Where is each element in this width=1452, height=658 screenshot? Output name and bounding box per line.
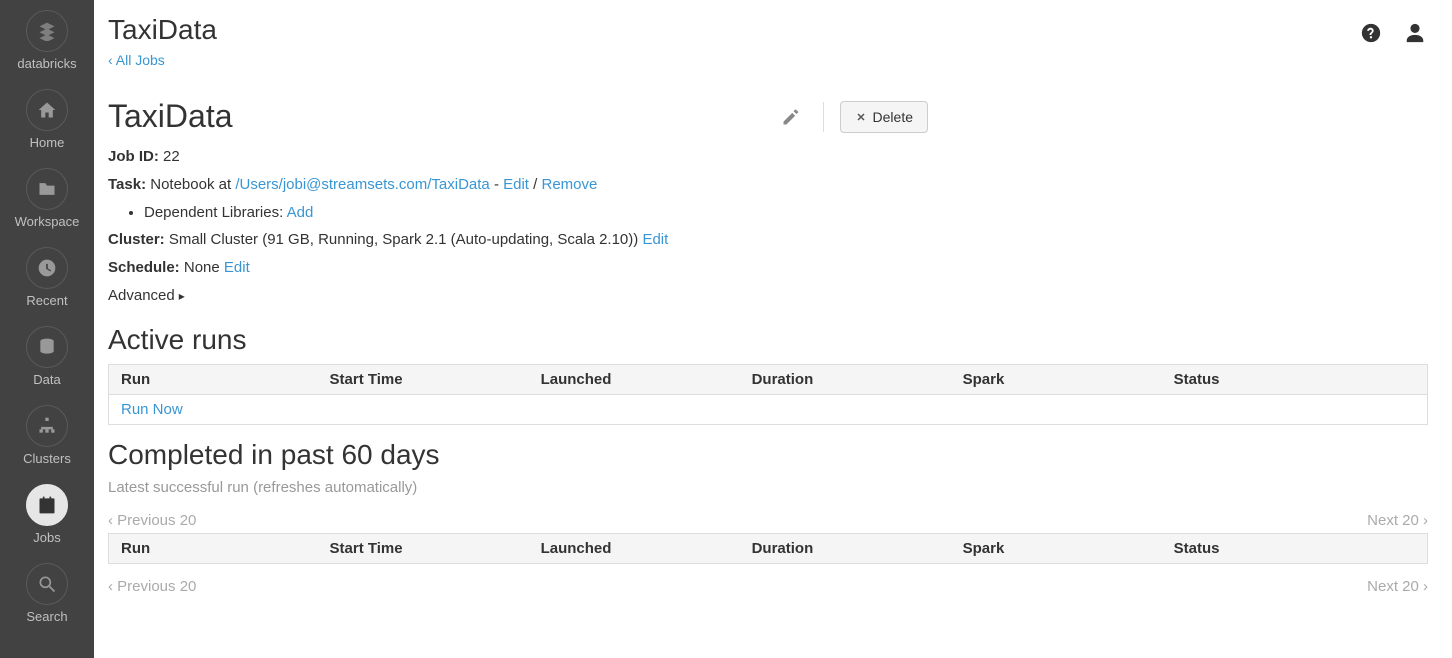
col-launched: Launched bbox=[531, 364, 742, 394]
job-id-label: Job ID: bbox=[108, 148, 159, 165]
col-start-time: Start Time bbox=[320, 533, 531, 563]
page-title-top: TaxiData bbox=[108, 14, 1428, 46]
next-page-bottom[interactable]: Next 20 › bbox=[1367, 578, 1428, 595]
col-run: Run bbox=[109, 364, 320, 394]
job-meta: Job ID: 22 Task: Notebook at /Users/jobi… bbox=[108, 143, 1428, 310]
top-right-icons bbox=[1360, 22, 1426, 44]
col-duration: Duration bbox=[742, 364, 953, 394]
sidebar-item-label: Home bbox=[30, 135, 65, 150]
pencil-icon bbox=[781, 107, 801, 127]
task-label: Task: bbox=[108, 176, 146, 193]
col-spark: Spark bbox=[953, 364, 1164, 394]
caret-right-icon: ▸ bbox=[179, 285, 185, 307]
sidebar-item-label: Recent bbox=[26, 293, 67, 308]
completed-note: Latest successful run (refreshes automat… bbox=[108, 479, 1428, 496]
job-id-value: 22 bbox=[163, 148, 180, 165]
sidebar-item-search[interactable]: Search bbox=[26, 563, 68, 624]
task-edit-link[interactable]: Edit bbox=[503, 176, 529, 193]
col-status: Status bbox=[1164, 364, 1428, 394]
cluster-label: Cluster: bbox=[108, 231, 165, 248]
help-icon[interactable] bbox=[1360, 22, 1382, 44]
sidebar-item-label: Clusters bbox=[23, 451, 71, 466]
home-icon bbox=[26, 89, 68, 131]
sidebar-item-label: Workspace bbox=[15, 214, 80, 229]
divider bbox=[823, 102, 824, 132]
schedule-value: None bbox=[184, 259, 220, 276]
cluster-edit-link[interactable]: Edit bbox=[642, 231, 668, 248]
col-status: Status bbox=[1164, 533, 1428, 563]
col-launched: Launched bbox=[531, 533, 742, 563]
active-runs-heading: Active runs bbox=[108, 324, 1428, 356]
table-row: Run Now bbox=[109, 394, 1428, 424]
advanced-toggle[interactable]: Advanced ▸ bbox=[108, 282, 185, 310]
sidebar-item-label: Jobs bbox=[33, 530, 60, 545]
sidebar-item-label: Data bbox=[33, 372, 60, 387]
sidebar-item-label: Search bbox=[26, 609, 67, 624]
sidebar-item-clusters[interactable]: Clusters bbox=[23, 405, 71, 466]
col-run: Run bbox=[109, 533, 320, 563]
sidebar: databricks Home Workspace Recent Data Cl… bbox=[0, 0, 94, 658]
schedule-edit-link[interactable]: Edit bbox=[224, 259, 250, 276]
sidebar-brand-label: databricks bbox=[17, 56, 76, 71]
task-remove-link[interactable]: Remove bbox=[542, 176, 598, 193]
edit-title-button[interactable] bbox=[775, 101, 807, 133]
database-icon bbox=[26, 326, 68, 368]
sidebar-item-jobs[interactable]: Jobs bbox=[26, 484, 68, 545]
advanced-label: Advanced bbox=[108, 282, 175, 310]
completed-runs-table: Run Start Time Launched Duration Spark S… bbox=[108, 533, 1428, 564]
cluster-value: Small Cluster (91 GB, Running, Spark 2.1… bbox=[169, 231, 638, 248]
next-page-top[interactable]: Next 20 › bbox=[1367, 512, 1428, 529]
prev-page-bottom[interactable]: ‹ Previous 20 bbox=[108, 578, 196, 595]
search-icon bbox=[26, 563, 68, 605]
folder-icon bbox=[26, 168, 68, 210]
col-duration: Duration bbox=[742, 533, 953, 563]
calendar-icon bbox=[26, 484, 68, 526]
task-path-link[interactable]: /Users/jobi@streamsets.com/TaxiData bbox=[235, 176, 489, 193]
active-runs-table: Run Start Time Launched Duration Spark S… bbox=[108, 364, 1428, 425]
main-content: TaxiData ‹ All Jobs TaxiData Delete Job … bbox=[94, 0, 1452, 658]
add-library-link[interactable]: Add bbox=[287, 204, 314, 221]
task-prefix: Notebook at bbox=[150, 176, 235, 193]
run-now-link[interactable]: Run Now bbox=[121, 401, 183, 418]
sidebar-brand[interactable]: databricks bbox=[17, 10, 76, 71]
all-jobs-link[interactable]: ‹ All Jobs bbox=[108, 52, 165, 68]
col-start-time: Start Time bbox=[320, 364, 531, 394]
prev-page-top[interactable]: ‹ Previous 20 bbox=[108, 512, 196, 529]
pager-top: ‹ Previous 20 Next 20 › bbox=[108, 512, 1428, 529]
databricks-icon bbox=[26, 10, 68, 52]
clock-icon bbox=[26, 247, 68, 289]
user-icon[interactable] bbox=[1404, 22, 1426, 44]
pager-bottom: ‹ Previous 20 Next 20 › bbox=[108, 578, 1428, 595]
sidebar-item-home[interactable]: Home bbox=[26, 89, 68, 150]
x-icon bbox=[855, 111, 867, 123]
sidebar-item-recent[interactable]: Recent bbox=[26, 247, 68, 308]
col-spark: Spark bbox=[953, 533, 1164, 563]
sidebar-item-data[interactable]: Data bbox=[26, 326, 68, 387]
schedule-label: Schedule: bbox=[108, 259, 180, 276]
dep-libraries-label: Dependent Libraries: bbox=[144, 204, 287, 221]
delete-button[interactable]: Delete bbox=[840, 101, 928, 133]
sidebar-item-workspace[interactable]: Workspace bbox=[15, 168, 80, 229]
completed-heading: Completed in past 60 days bbox=[108, 439, 1428, 471]
job-title: TaxiData bbox=[108, 98, 233, 135]
delete-label: Delete bbox=[873, 109, 913, 125]
sitemap-icon bbox=[26, 405, 68, 447]
